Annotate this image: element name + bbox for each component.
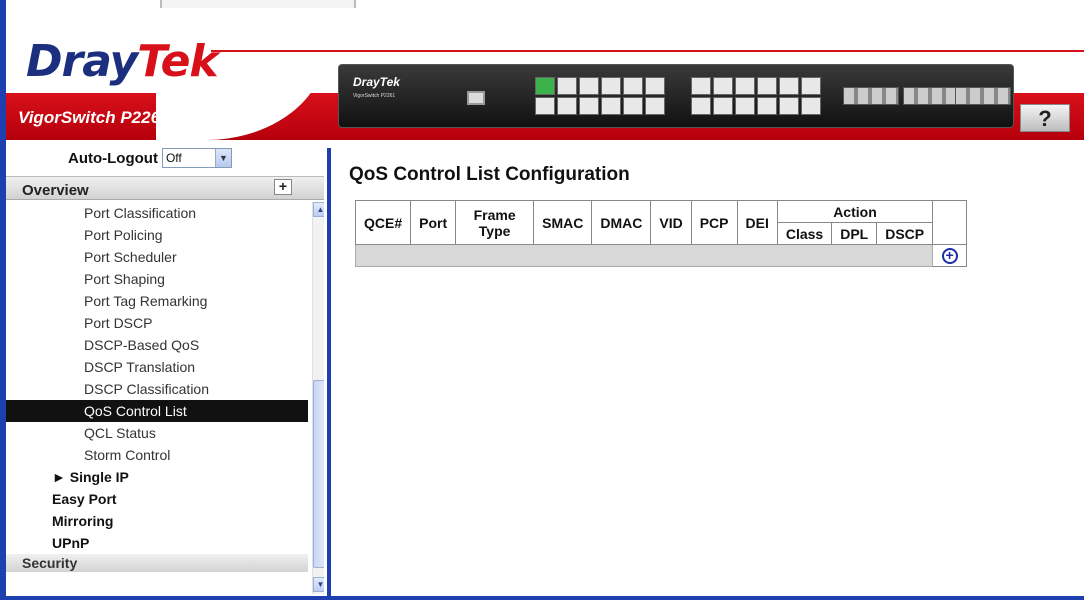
sidebar-item-dscp-based-qos[interactable]: DSCP-Based QoS: [6, 334, 308, 356]
header-banner: DrayTek VigorSwitch P2261 DrayTek VigorS…: [6, 8, 1084, 140]
sidebar-item-port-scheduler[interactable]: Port Scheduler: [6, 246, 308, 268]
port-icon: [601, 97, 621, 115]
port-block-1: [535, 77, 665, 117]
sidebar-item-port-classification[interactable]: Port Classification: [6, 202, 308, 224]
port-icon: [579, 97, 599, 115]
sidebar-item-single-ip[interactable]: ► Single IP: [6, 466, 308, 488]
col-header-qce: QCE#: [354, 200, 412, 245]
col-header-port: Port: [410, 200, 457, 245]
col-header-frame-type: Frame Type: [455, 200, 535, 245]
sidebar-item-qos-control-list[interactable]: QoS Control List: [6, 400, 308, 422]
sidebar-scrollbar[interactable]: ▲ ▼: [312, 202, 324, 594]
port-icon: [779, 97, 799, 115]
col-header-dscp: DSCP: [876, 222, 934, 245]
port-icon: [623, 77, 643, 95]
autologout-control: Auto-Logout Off ▼: [68, 148, 232, 168]
port-icon: [623, 97, 643, 115]
device-subtitle: VigorSwitch P2261: [353, 93, 396, 99]
col-header-dpl: DPL: [831, 222, 878, 245]
col-header-dmac: DMAC: [591, 200, 652, 245]
page-title: QoS Control List Configuration: [349, 164, 630, 185]
sidebar-item-dscp-classification[interactable]: DSCP Classification: [6, 378, 308, 400]
sidebar-item-security[interactable]: Security: [6, 554, 308, 572]
port-icon: [557, 77, 577, 95]
sidebar-item-upnp[interactable]: UPnP: [6, 532, 308, 554]
port-icon: [579, 77, 599, 95]
sidebar: Auto-Logout Off ▼ Overview + Port Classi…: [6, 140, 324, 596]
port-icon: [801, 97, 821, 115]
sidebar-item-mirroring[interactable]: Mirroring: [6, 510, 308, 532]
port-icon: [557, 97, 577, 115]
autologout-value: Off: [165, 151, 182, 165]
port-icon: [735, 97, 755, 115]
sfp-port-icon: [903, 87, 959, 105]
main-content: QoS Control List Configuration QCE# Port…: [331, 140, 1084, 596]
overview-label: Overview: [22, 182, 89, 199]
scroll-down-icon[interactable]: ▼: [313, 577, 324, 592]
app-root: DrayTek VigorSwitch P2261 DrayTek VigorS…: [0, 0, 1084, 612]
header-swoosh-line: [211, 50, 1084, 52]
port-icon: [645, 77, 665, 95]
plus-circle-icon[interactable]: +: [941, 248, 958, 264]
port-icon: [801, 77, 821, 95]
port-icon: [535, 97, 555, 115]
sidebar-item-port-dscp[interactable]: Port DSCP: [6, 312, 308, 334]
qcl-table: QCE# Port Frame Type SMAC DMAC VID PCP D…: [354, 200, 968, 267]
expand-icon[interactable]: +: [274, 179, 292, 195]
logo-main: Dray: [26, 36, 138, 87]
browser-tab[interactable]: [160, 0, 356, 8]
sidebar-item-qcl-status[interactable]: QCL Status: [6, 422, 308, 444]
window-frame-left: [0, 0, 6, 612]
col-header-class: Class: [776, 222, 833, 245]
console-port-icon: [467, 91, 485, 105]
scrollbar-thumb[interactable]: [313, 380, 324, 568]
help-button[interactable]: ?: [1020, 104, 1070, 132]
sidebar-item-easy-port[interactable]: Easy Port: [6, 488, 308, 510]
window-frame-bottom: [0, 596, 1084, 612]
port-icon: [645, 97, 665, 115]
port-icon: [535, 77, 555, 95]
autologout-select[interactable]: Off ▼: [161, 148, 232, 168]
col-header-action: Action: [776, 200, 934, 223]
port-icon: [713, 77, 733, 95]
device-brand: DrayTek: [353, 75, 400, 89]
port-block-2: [691, 77, 821, 117]
col-header-pcp: PCP: [690, 200, 738, 245]
logo-accent: Tek: [137, 36, 218, 87]
sidebar-item-storm-control[interactable]: Storm Control: [6, 444, 308, 466]
sidebar-item-port-tag-remarking[interactable]: Port Tag Remarking: [6, 290, 308, 312]
port-icon: [735, 77, 755, 95]
port-icon: [691, 97, 711, 115]
switch-device-image: DrayTek VigorSwitch P2261: [338, 64, 1014, 128]
add-cell: +: [932, 244, 968, 267]
autologout-label: Auto-Logout: [68, 149, 158, 167]
port-icon: [713, 97, 733, 115]
col-header-smac: SMAC: [533, 200, 593, 245]
port-icon: [601, 77, 621, 95]
port-icon: [757, 97, 777, 115]
port-icon: [779, 77, 799, 95]
scroll-up-icon[interactable]: ▲: [313, 202, 324, 217]
sidebar-item-port-policing[interactable]: Port Policing: [6, 224, 308, 246]
table-row: [354, 244, 934, 267]
col-header-vid: VID: [650, 200, 692, 245]
chevron-down-icon[interactable]: ▼: [214, 149, 231, 167]
model-name: VigorSwitch P2261: [18, 108, 170, 127]
sidebar-menu: Port Classification Port Policing Port S…: [6, 202, 308, 596]
col-header-controls: [932, 200, 968, 245]
sidebar-item-dscp-translation[interactable]: DSCP Translation: [6, 356, 308, 378]
col-header-dei: DEI: [736, 200, 778, 245]
port-icon: [691, 77, 711, 95]
sidebar-item-port-shaping[interactable]: Port Shaping: [6, 268, 308, 290]
sfp-port-icon: [955, 87, 1011, 105]
port-icon: [757, 77, 777, 95]
sfp-port-icon: [843, 87, 899, 105]
draytek-logo: DrayTek: [26, 36, 219, 87]
overview-section-header[interactable]: Overview +: [6, 176, 324, 200]
